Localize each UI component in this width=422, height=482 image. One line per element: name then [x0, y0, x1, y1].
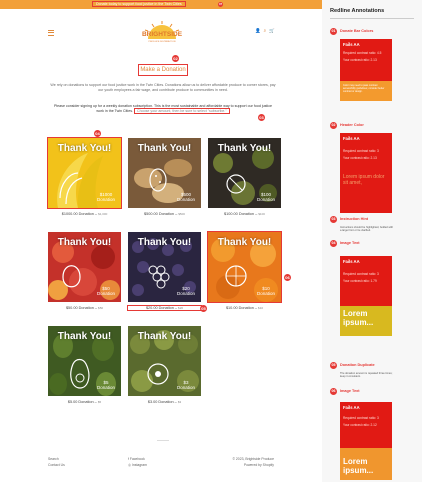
annotation-item: 04 Image Text Fails AA Required contrast…: [330, 240, 416, 340]
product-card[interactable]: Thank You! $50 Donation: [48, 232, 121, 302]
product-card[interactable]: Thank You! $5 Donation: [48, 326, 121, 396]
card-thanks-text: Thank You!: [137, 331, 192, 342]
annotation-badge: 07: [218, 2, 223, 7]
color-swatch: Lorem ipsum...: [340, 306, 392, 336]
annotation-badge: 02: [172, 55, 179, 62]
card-thanks-text: Thank You!: [217, 237, 272, 248]
page-title: Make a Donation: [138, 64, 188, 76]
card-thanks-text: Thank You!: [137, 237, 192, 248]
contrast-card: Fails AA Required contrast ratio: 3 Your…: [340, 256, 392, 312]
annotation-number: 03: [330, 216, 337, 223]
card-amount: $50 Donation: [96, 286, 115, 296]
announcement-bar[interactable]: Donate today to support food justice in …: [0, 0, 322, 9]
card-thanks-text: Thank You!: [57, 331, 112, 342]
card-amount: $500 Donation: [176, 192, 195, 202]
product-caption[interactable]: $5.00 Donation – $5: [48, 400, 121, 404]
card-amount: $100 Donation: [256, 192, 275, 202]
product-caption[interactable]: $20.00 Donation – $20: [127, 305, 202, 311]
product-caption[interactable]: $1000.00 Donation – $1,000: [48, 212, 121, 216]
instagram-icon: ◎: [128, 463, 131, 467]
card-thanks-text: Thank You!: [217, 143, 272, 154]
annotation-number: 01: [330, 28, 337, 35]
account-icon[interactable]: 👤: [255, 28, 264, 33]
subscription-hint: Choose your amount, then be sure to sele…: [134, 108, 230, 114]
annotation-label: Image Text: [340, 241, 360, 245]
footer-instagram-link[interactable]: ◎ Instagram: [128, 462, 147, 468]
header-icons: 👤⌕🛒: [255, 28, 278, 34]
footer-powered-by[interactable]: Powered by Shopify: [208, 462, 274, 468]
annotation-label: Donation Duplicate: [340, 363, 375, 367]
annotation-badge: 06: [284, 274, 291, 281]
brand-tagline: PRODUCE DISTRIBUTION: [149, 41, 176, 43]
annotation-label: Image Text: [340, 389, 360, 393]
card-thanks-text: Thank You!: [57, 143, 112, 154]
annotation-number: 04: [330, 240, 337, 247]
store-page: Donate today to support food justice in …: [0, 0, 323, 482]
annotations-panel: Redline Annotations 01 Donate Bar Colors…: [322, 0, 422, 482]
card-amount: $5 Donation: [96, 380, 115, 390]
annotation-badge: 04: [94, 130, 101, 137]
annotation-note: The donation amount is repeated three ti…: [340, 372, 393, 379]
contrast-card: Fails AA Required contrast ratio: 3 Your…: [340, 133, 392, 213]
card-amount: $10 Donation: [256, 286, 275, 296]
product-card[interactable]: Thank You! $3 Donation: [128, 326, 201, 396]
intro-text: We rely on donations to support our food…: [50, 83, 276, 92]
card-amount: $1000 Donation: [96, 192, 115, 202]
annotation-number: 06: [330, 388, 337, 395]
annotation-badge: 03: [258, 114, 265, 121]
product-caption[interactable]: $50.00 Donation – $50: [48, 306, 121, 310]
annotation-label: Donate Bar Colors: [340, 29, 374, 33]
annotation-note: Instructions should be highlighted, bold…: [340, 226, 394, 233]
product-card[interactable]: Thank You! $100 Donation: [208, 138, 281, 208]
annotation-badge: 05: [200, 305, 207, 312]
cart-icon[interactable]: 🛒: [269, 28, 278, 33]
contrast-card: Fails AA Required contrast ratio: 4.5 Yo…: [340, 39, 392, 81]
facebook-icon: f: [128, 457, 129, 461]
color-swatch: Lorem ipsum...: [340, 448, 392, 480]
card-thanks-text: Thank You!: [137, 143, 192, 154]
product-card[interactable]: Thank You! $10 Donation: [207, 231, 282, 303]
annotation-label: Instruction Hint: [340, 217, 369, 221]
divider: [330, 18, 414, 19]
annotations-title: Redline Annotations: [330, 8, 385, 14]
brand-name: BRIGHTSIDE: [142, 31, 183, 38]
product-card[interactable]: Thank You! $20 Donation: [128, 232, 201, 302]
annotation-number: 05: [330, 362, 337, 369]
annotation-item: 06 Image Text Fails AA Required contrast…: [330, 388, 416, 480]
product-card[interactable]: Thank You! $1000 Donation: [47, 137, 122, 209]
divider: [157, 440, 169, 441]
product-caption[interactable]: $100.00 Donation – $100: [208, 212, 281, 216]
product-caption[interactable]: $500.00 Donation – $500: [128, 212, 201, 216]
card-amount: $20 Donation: [176, 286, 195, 296]
product-card[interactable]: Thank You! $500 Donation: [128, 138, 201, 208]
footer-contact-link[interactable]: Contact Us: [48, 462, 65, 468]
card-amount: $3 Donation: [176, 380, 195, 390]
subscription-text: Please consider signing up for a weekly …: [50, 104, 276, 114]
color-swatch: Color may need to pass contrast accessib…: [340, 81, 392, 101]
annotation-item: 01 Donate Bar Colors Fails AA Required c…: [330, 28, 416, 103]
announcement-text[interactable]: Donate today to support food justice in …: [92, 1, 186, 7]
menu-icon[interactable]: [48, 30, 54, 37]
brand-logo[interactable]: BRIGHTSIDE PRODUCE DISTRIBUTION: [140, 19, 184, 45]
annotation-label: Header Color: [340, 123, 364, 127]
contrast-card: Fails AA Required contrast ratio: 3 Your…: [340, 402, 392, 450]
card-thanks-text: Thank You!: [57, 237, 112, 248]
annotation-item: 02 Header Color Fails AA Required contra…: [330, 122, 416, 222]
product-caption[interactable]: $10.00 Donation – $10: [208, 306, 281, 310]
annotation-number: 02: [330, 122, 337, 129]
annotation-item: 05 Donation Duplicate The donation amoun…: [330, 362, 416, 384]
product-caption[interactable]: $3.00 Donation – $3: [128, 400, 201, 404]
